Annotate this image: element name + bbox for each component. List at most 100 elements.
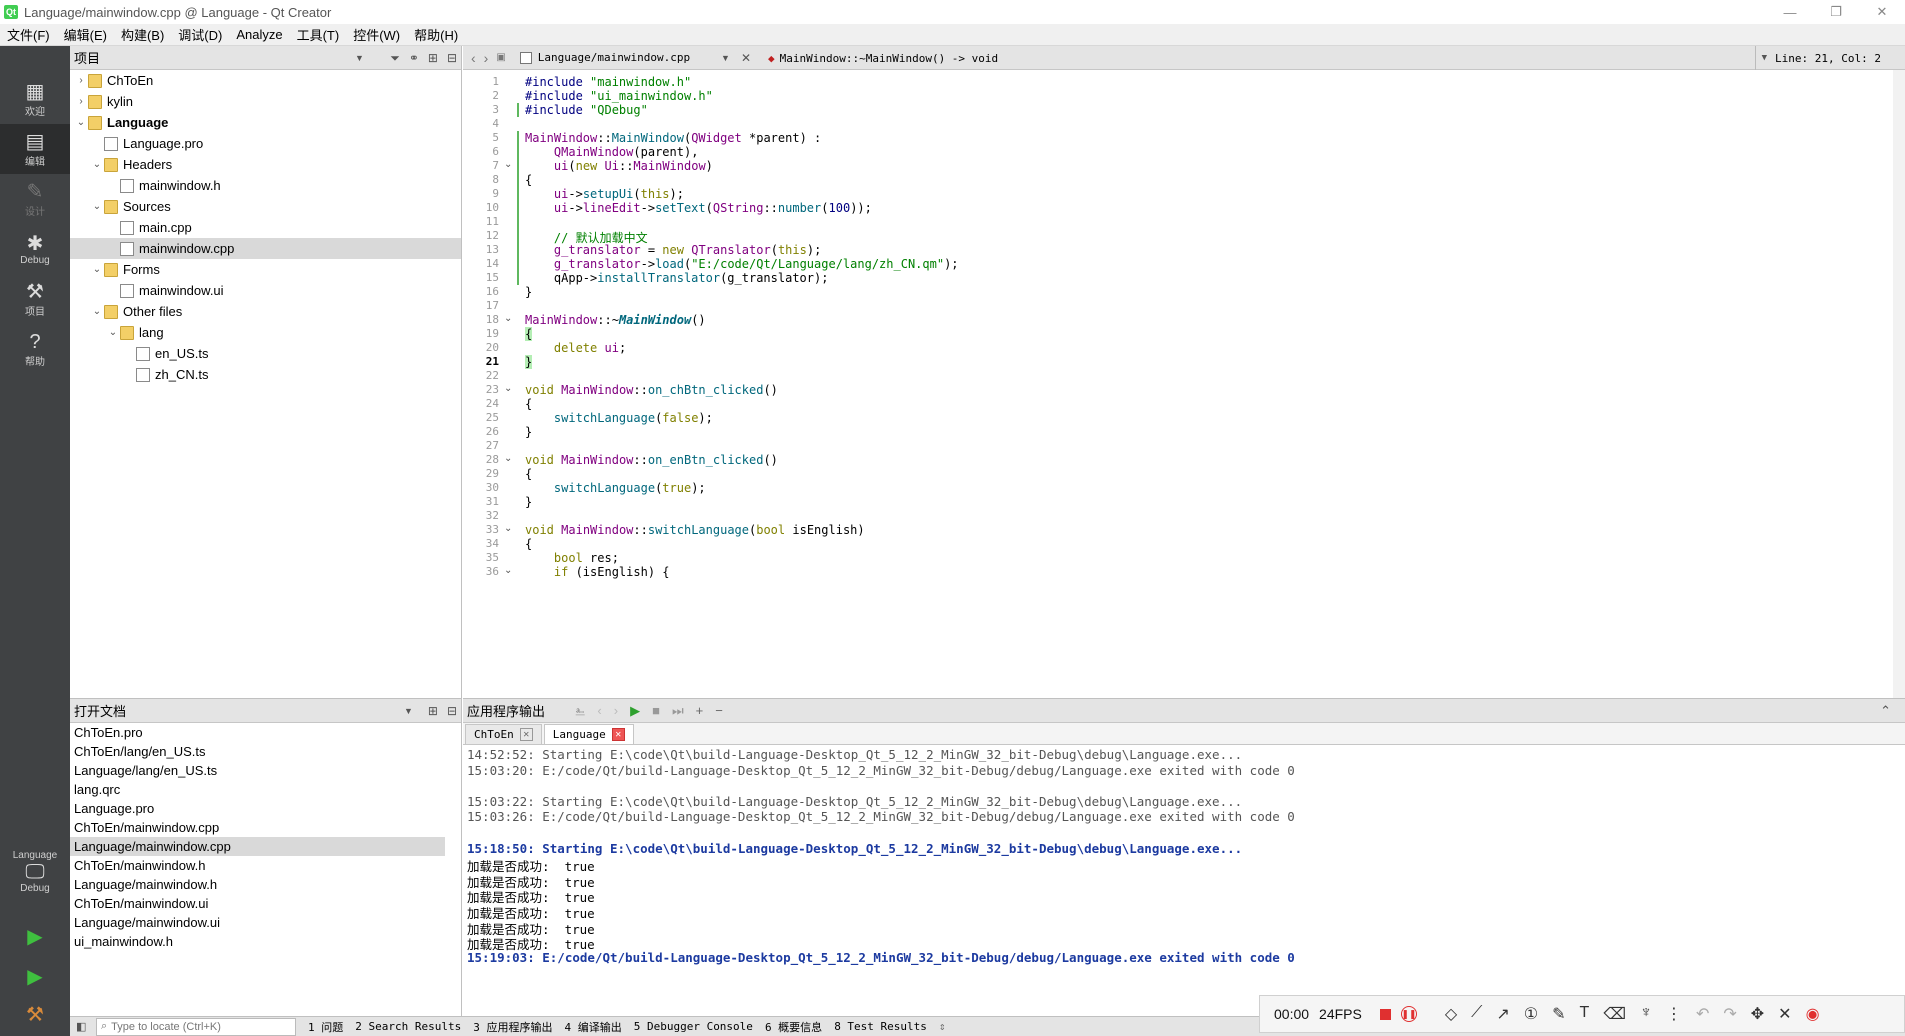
move-icon[interactable]: ✥	[1751, 1004, 1764, 1024]
tree-item[interactable]: › ChToEn	[70, 70, 461, 91]
close-pane-icon[interactable]: ⊟	[447, 51, 457, 65]
tree-item[interactable]: mainwindow.h	[70, 175, 461, 196]
eraser-icon[interactable]: ⌫	[1603, 1004, 1626, 1024]
open-document-item[interactable]: ui_mainwindow.h	[70, 932, 461, 951]
number-icon[interactable]: ①	[1524, 1004, 1538, 1024]
split-icon[interactable]: ⊞	[428, 51, 438, 65]
fold-arrow-icon[interactable]: ⌄	[504, 565, 512, 576]
status-issues[interactable]: 1 问题	[308, 1019, 343, 1035]
fold-arrow-icon[interactable]: ⌄	[504, 313, 512, 324]
tree-item[interactable]: Language.pro	[70, 133, 461, 154]
open-document-item[interactable]: ChToEn/mainwindow.h	[70, 856, 461, 875]
open-document-item[interactable]: ChToEn/mainwindow.cpp	[70, 818, 461, 837]
mode-edit[interactable]: ▤ 编辑	[0, 124, 70, 174]
tree-item[interactable]: ⌄ Headers	[70, 154, 461, 175]
tree-item[interactable]: ⌄ lang	[70, 322, 461, 343]
menu-help[interactable]: 帮助(H)	[407, 25, 465, 44]
status-search-results[interactable]: 2 Search Results	[355, 1020, 461, 1033]
attach-icon[interactable]: ⎁	[575, 703, 585, 719]
updown-arrows-icon[interactable]: ⇕	[939, 1020, 946, 1033]
forward-arrow-icon[interactable]: ›	[484, 50, 489, 66]
mode-debug[interactable]: ✱ Debug	[0, 224, 70, 274]
status-debugger-console[interactable]: 5 Debugger Console	[634, 1020, 753, 1033]
minimize-button[interactable]: —	[1767, 0, 1813, 24]
menu-analyze[interactable]: Analyze	[229, 27, 289, 42]
link-icon[interactable]: ⚭	[409, 51, 419, 65]
expand-arrow-icon[interactable]: ⌄	[74, 117, 88, 128]
expand-arrow-icon[interactable]: ⌄	[106, 327, 120, 338]
status-compile-output[interactable]: 4 编译输出	[564, 1019, 621, 1035]
text-icon[interactable]: T	[1580, 1004, 1590, 1024]
tree-item[interactable]: ⌄ Language	[70, 112, 461, 133]
tree-item[interactable]: ⌄ Sources	[70, 196, 461, 217]
tree-item[interactable]: ⌄ Forms	[70, 259, 461, 280]
menu-controls[interactable]: 控件(W)	[346, 25, 407, 44]
symbol-selector[interactable]: ◆ MainWindow::~MainWindow() -> void	[768, 46, 998, 70]
open-document-item[interactable]: Language/mainwindow.cpp	[70, 837, 445, 856]
close-file-icon[interactable]: ✕	[741, 51, 751, 65]
projects-pane-title[interactable]: 项目	[74, 48, 100, 67]
kit-selector[interactable]: Language 🖵 Debug	[0, 836, 70, 908]
undo-icon[interactable]: ↶	[1696, 1004, 1709, 1024]
tree-item[interactable]: › kylin	[70, 91, 461, 112]
close-window-button[interactable]: ✕	[1859, 0, 1905, 24]
status-test-results[interactable]: 8 Test Results	[834, 1020, 927, 1033]
expand-arrow-icon[interactable]: ⌄	[90, 264, 104, 275]
close-icon[interactable]: ✕	[1778, 1004, 1791, 1024]
tree-item[interactable]: en_US.ts	[70, 343, 461, 364]
fold-arrow-icon[interactable]: ⌄	[504, 453, 512, 464]
code-area[interactable]: #include "mainwindow.h" #include "ui_main…	[525, 70, 1893, 698]
forward-arrow-icon[interactable]: ›	[614, 703, 618, 719]
fold-arrow-icon[interactable]: ⌄	[504, 523, 512, 534]
chevron-down-icon[interactable]: ▼	[1762, 53, 1767, 63]
expand-arrow-icon[interactable]: ⌄	[90, 201, 104, 212]
filter-icon[interactable]: ⏷	[390, 51, 400, 66]
record-icon[interactable]: ◉	[1806, 1004, 1820, 1024]
open-documents-title[interactable]: 打开文档	[74, 701, 126, 720]
more-icon[interactable]: ⋮	[1666, 1004, 1682, 1024]
run-button[interactable]: ▶	[0, 918, 70, 956]
close-tab-icon[interactable]: ✕	[611, 728, 625, 741]
mode-welcome[interactable]: ▦ 欢迎	[0, 74, 70, 124]
output-log[interactable]: 14:52:52: Starting E:\code\Qt\build-Lang…	[467, 747, 1893, 1016]
output-tab-chtoen[interactable]: ChToEn ✕	[465, 724, 542, 744]
build-button[interactable]: ⚒	[0, 996, 70, 1034]
arrow-icon[interactable]: ↗	[1496, 1004, 1509, 1024]
menu-debug[interactable]: 调试(D)	[171, 25, 229, 44]
back-arrow-icon[interactable]: ‹	[471, 50, 476, 66]
maximize-pane-icon[interactable]: ⌃	[1880, 703, 1891, 719]
status-general-messages[interactable]: 6 概要信息	[765, 1019, 822, 1035]
mode-help[interactable]: ? 帮助	[0, 324, 70, 374]
tree-item[interactable]: mainwindow.cpp	[70, 238, 461, 259]
close-tab-icon[interactable]: ✕	[519, 728, 533, 741]
expand-arrow-icon[interactable]: ›	[74, 75, 88, 86]
dropdown-arrow-icon[interactable]: ▼	[355, 53, 364, 63]
open-document-item[interactable]: lang.qrc	[70, 780, 461, 799]
rerun-icon[interactable]: ▶	[630, 703, 640, 719]
status-app-output[interactable]: 3 应用程序输出	[473, 1019, 552, 1035]
tree-item[interactable]: zh_CN.ts	[70, 364, 461, 385]
tree-item[interactable]: mainwindow.ui	[70, 280, 461, 301]
expand-arrow-icon[interactable]: ⌄	[90, 159, 104, 170]
expand-arrow-icon[interactable]: ⌄	[90, 306, 104, 317]
open-document-item[interactable]: Language/mainwindow.ui	[70, 913, 461, 932]
stop-recording-button[interactable]	[1379, 1008, 1391, 1020]
expand-arrow-icon[interactable]: ›	[74, 96, 88, 107]
pause-recording-button[interactable]: ❚❚	[1400, 1006, 1417, 1022]
debug-run-button[interactable]: ▶	[0, 958, 70, 996]
cursor-position[interactable]: ▼ Line: 21, Col: 2	[1754, 46, 1881, 70]
fold-arrow-icon[interactable]: ⌄	[504, 383, 512, 394]
open-document-item[interactable]: ChToEn.pro	[70, 723, 461, 742]
back-arrow-icon[interactable]: ‹	[597, 703, 601, 719]
close-pane-icon[interactable]: ⊟	[447, 704, 457, 718]
menu-file[interactable]: 文件(F)	[0, 25, 57, 44]
mode-projects[interactable]: ⚒ 项目	[0, 274, 70, 324]
zoom-out-icon[interactable]: −	[715, 703, 723, 719]
file-selector[interactable]: Language/mainwindow.cpp	[519, 51, 690, 64]
open-document-item[interactable]: ChToEn/lang/en_US.ts	[70, 742, 461, 761]
tree-item[interactable]: main.cpp	[70, 217, 461, 238]
zoom-in-icon[interactable]: +	[696, 703, 704, 719]
toggle-sidebar-icon[interactable]: ◧	[76, 1020, 86, 1033]
open-document-item[interactable]: Language/mainwindow.h	[70, 875, 461, 894]
locator-input[interactable]: ⌕ Type to locate (Ctrl+K)	[96, 1017, 296, 1036]
